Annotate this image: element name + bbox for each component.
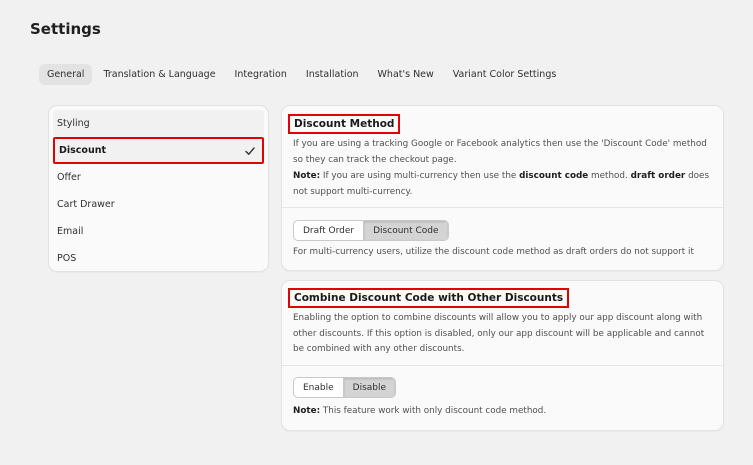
divider bbox=[282, 207, 723, 208]
disable-button[interactable]: Disable bbox=[342, 378, 396, 397]
sidebar-item-label: POS bbox=[57, 253, 77, 264]
settings-tabs: General Translation & Language Integrati… bbox=[39, 64, 567, 85]
tab-whats-new[interactable]: What's New bbox=[370, 64, 442, 85]
sidebar-item-label: Email bbox=[57, 226, 84, 237]
divider bbox=[282, 365, 723, 366]
combine-discount-description: Enabling the option to combine discounts… bbox=[293, 313, 705, 354]
combine-discount-note: Note: This feature work with only discou… bbox=[293, 406, 547, 416]
tab-general[interactable]: General bbox=[39, 64, 93, 85]
discount-method-title: Discount Method bbox=[288, 114, 401, 134]
draft-order-button[interactable]: Draft Order bbox=[294, 221, 363, 240]
sidebar-item-cart-drawer[interactable]: Cart Drawer bbox=[53, 191, 264, 218]
checkmark-icon bbox=[245, 147, 255, 155]
combine-discount-card: Combine Discount Code with Other Discoun… bbox=[282, 281, 723, 430]
discount-method-note: Note: If you are using multi-currency th… bbox=[293, 171, 710, 197]
sidebar-item-styling[interactable]: Styling bbox=[53, 110, 264, 137]
tab-installation[interactable]: Installation bbox=[298, 64, 367, 85]
discount-method-card: Discount Method If you are using a track… bbox=[282, 106, 723, 270]
sidebar-item-label: Offer bbox=[57, 172, 81, 183]
discount-method-description: If you are using a tracking Google or Fa… bbox=[293, 139, 707, 165]
combine-discount-toggle: Enable Disable bbox=[293, 377, 397, 398]
sidebar-item-label: Cart Drawer bbox=[57, 199, 115, 210]
tab-variant-color-settings[interactable]: Variant Color Settings bbox=[445, 64, 565, 85]
discount-code-button[interactable]: Discount Code bbox=[363, 221, 448, 240]
sidebar-item-label: Styling bbox=[57, 118, 90, 129]
tab-integration[interactable]: Integration bbox=[227, 64, 295, 85]
page-title: Settings bbox=[30, 20, 101, 38]
sidebar-item-email[interactable]: Email bbox=[53, 218, 264, 245]
tab-translation-language[interactable]: Translation & Language bbox=[95, 64, 223, 85]
enable-button[interactable]: Enable bbox=[294, 378, 343, 397]
settings-sidebar: Styling Discount Offer Cart Drawer Email… bbox=[49, 106, 268, 271]
combine-discount-title: Combine Discount Code with Other Discoun… bbox=[288, 288, 570, 308]
sidebar-item-label: Discount bbox=[59, 145, 107, 156]
discount-method-help-text: For multi-currency users, utilize the di… bbox=[293, 247, 694, 257]
sidebar-item-discount[interactable]: Discount bbox=[53, 137, 264, 164]
sidebar-item-offer[interactable]: Offer bbox=[53, 164, 264, 191]
sidebar-item-pos[interactable]: POS bbox=[53, 245, 264, 272]
discount-method-toggle: Draft Order Discount Code bbox=[293, 220, 449, 241]
